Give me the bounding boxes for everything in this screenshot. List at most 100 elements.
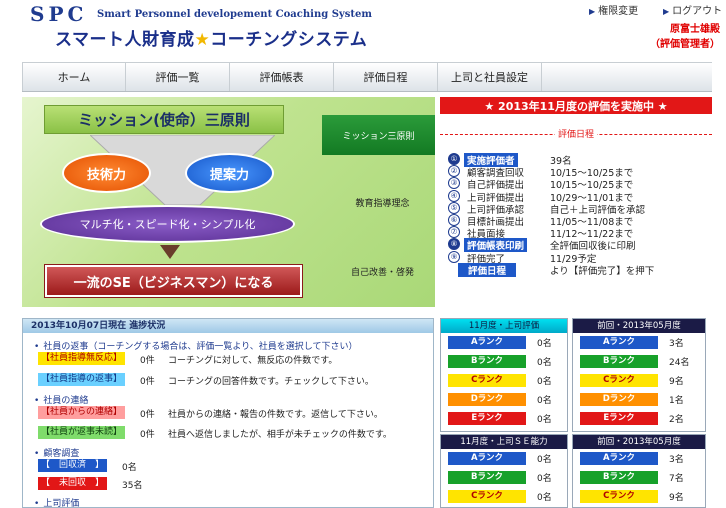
step-number: ① (448, 153, 460, 165)
rank-c-pill[interactable]: Cランク (580, 490, 658, 503)
rank-d-pill[interactable]: Dランク (580, 393, 658, 406)
rank-e-pill[interactable]: Eランク (580, 412, 658, 425)
rank-a-pill[interactable]: Aランク (448, 336, 526, 349)
rank-table-title: 前回・2013年05月度 (573, 435, 705, 449)
bullet-icon: • (34, 396, 40, 406)
rank-row: Aランク 0名 (441, 333, 567, 352)
main-nav: ホーム 評価一覧 評価帳表 評価日程 上司と社員設定 (22, 62, 712, 92)
section-customer-survey[interactable]: • 顧客調査 (34, 446, 79, 459)
rank-count: 9名 (669, 377, 684, 387)
rank-c-pill[interactable]: Cランク (448, 490, 526, 503)
multi-speed-simple-ellipse: マルチ化・スピード化・シンプル化 (40, 205, 295, 243)
schedule-row: ⑦ 社員面接 11/12～11/22まで (448, 226, 713, 240)
rank-c-pill[interactable]: Cランク (580, 374, 658, 387)
evaluation-schedule-list: ① 実施評価者 39名 ② 顧客調査回収 10/15～10/25まで ③ 自己評価提出 10… (448, 153, 713, 277)
reply-count: 0件 (140, 377, 155, 387)
section-employee-contact[interactable]: • 社員の連絡 (34, 393, 88, 406)
rank-count: 7名 (669, 474, 684, 484)
reply-badge[interactable]: 【社員指導の返事】 (38, 373, 126, 386)
nav-home[interactable]: ホーム (22, 63, 126, 91)
collected-count: 0名 (122, 463, 137, 473)
rank-row: Bランク 0名 (441, 352, 567, 371)
no-response-badge[interactable]: 【社員指導無反応】 (38, 352, 126, 365)
bullet-icon: • (34, 342, 40, 352)
step-number: ② (448, 165, 460, 178)
section-supervisor-evaluation[interactable]: • 上司評価 (34, 496, 79, 508)
rank-b-pill[interactable]: Bランク (448, 471, 526, 484)
nav-evaluation-schedule[interactable]: 評価日程 (334, 63, 438, 91)
step-number: ⑧ (448, 238, 460, 251)
no-response-count: 0件 (140, 356, 155, 366)
rank-row: Cランク 0名 (441, 487, 567, 506)
side-tab-mission[interactable]: ミッション三原則 (322, 115, 435, 155)
arrow-down-icon (160, 245, 180, 259)
evaluation-schedule-button[interactable]: 評価日程 (458, 262, 517, 277)
step-number: ③ (448, 177, 460, 190)
step-number: ⑨ (448, 250, 460, 263)
goal-banner: 一流のSE（ビジネスマン）になる (44, 264, 303, 298)
rank-row: Bランク 7名 (573, 468, 705, 487)
no-response-desc: コーチングに対して、無反応の件数です。 (168, 356, 338, 366)
rank-table-previous-se-ability: 前回・2013年05月度 Aランク 3名 Bランク 7名 Cランク 9名 (572, 434, 706, 508)
rank-count: 2名 (669, 415, 684, 425)
rank-row: Cランク 9名 (573, 371, 705, 390)
rank-count: 3名 (669, 455, 684, 465)
rank-row: Eランク 0名 (441, 409, 567, 428)
progress-title: 2013年10月07日現在 進捗状況 (23, 319, 433, 333)
schedule-row: ⑥ 目標計画提出 11/05～11/08まで (448, 213, 713, 228)
rank-count: 24名 (669, 358, 690, 368)
uncollected-badge[interactable]: 【 未回収 】 (38, 477, 108, 490)
change-permission-label: 権限変更 (598, 6, 639, 17)
rank-row: Eランク 2名 (573, 409, 705, 428)
rank-b-pill[interactable]: Bランク (448, 355, 526, 368)
unread-reply-badge[interactable]: 【社員が返事未読】 (38, 426, 126, 439)
contact-desc: 社員からの連絡・報告の件数です。返信して下さい。 (168, 410, 383, 420)
logo-english-tagline: Smart Personnel developement Coaching Sy… (97, 9, 372, 20)
rank-count: 1名 (669, 396, 684, 406)
schedule-row: ① 実施評価者 39名 (448, 153, 713, 167)
user-name: 原富士雄殿 (670, 24, 720, 35)
rank-count: 0名 (537, 396, 552, 406)
nav-evaluation-report[interactable]: 評価帳表 (230, 63, 334, 91)
rank-b-pill[interactable]: Bランク (580, 471, 658, 484)
schedule-row: ② 顧客調査回収 10/15～10/25まで (448, 165, 713, 179)
bullet-icon: • (34, 499, 40, 508)
collected-badge[interactable]: 【 回収済 】 (38, 459, 108, 472)
step-number: ⑦ (448, 226, 460, 239)
logo-japanese-title: スマート人財育成★コーチングシステム (55, 25, 367, 50)
contact-from-employee-badge[interactable]: 【社員からの連絡】 (38, 406, 126, 419)
rank-e-pill[interactable]: Eランク (448, 412, 526, 425)
rank-table-current-se-ability: 11月度・上司ＳＥ能力 Aランク 0名 Bランク 0名 Cランク 0名 (440, 434, 568, 508)
nav-supervisor-setting[interactable]: 上司と社員設定 (438, 63, 542, 91)
rank-a-pill[interactable]: Aランク (580, 452, 658, 465)
side-tab-self-improvement[interactable]: 自己改善・啓発 (330, 265, 435, 278)
section-employee-reply[interactable]: • 社員の返事（コーチングする場合は、評価一覧より、社員を選択して下さい） (34, 339, 358, 352)
rank-c-pill[interactable]: Cランク (448, 374, 526, 387)
step-number: ⑤ (448, 201, 460, 214)
side-tab-education[interactable]: 教育指導理念 (330, 196, 435, 209)
user-role: （評価管理者） (650, 39, 720, 50)
schedule-row: ⑨ 評価完了 11/29予定 (448, 250, 713, 265)
rank-count: 0名 (537, 358, 552, 368)
logout-link[interactable]: ▶ ログアウト (663, 2, 722, 17)
rank-count: 0名 (537, 339, 552, 349)
change-permission-link[interactable]: ▶ 権限変更 (589, 2, 638, 17)
schedule-row: ④ 上司評価提出 10/29～11/01まで (448, 189, 713, 204)
rank-a-pill[interactable]: Aランク (580, 336, 658, 349)
rank-row: Bランク 0名 (441, 468, 567, 487)
bullet-icon: • (34, 449, 40, 459)
rank-row: Aランク 0名 (441, 449, 567, 468)
rank-d-pill[interactable]: Dランク (448, 393, 526, 406)
nav-evaluation-list[interactable]: 評価一覧 (126, 63, 230, 91)
evaluation-banner: ★ 2013年11月度の評価を実施中 ★ (440, 97, 712, 114)
rank-table-current-supervisor: 11月度・上司評価 Aランク 0名 Bランク 0名 Cランク 0名 Dランク 0名 Eラ… (440, 318, 568, 432)
rank-count: 0名 (537, 377, 552, 387)
logo-spc: SPC (30, 2, 88, 26)
rank-b-pill[interactable]: Bランク (580, 355, 658, 368)
contact-count: 0件 (140, 410, 155, 420)
rank-a-pill[interactable]: Aランク (448, 452, 526, 465)
section-label: 上司評価 (43, 499, 80, 508)
schedule-row: 評価日程 より【評価完了】を押下 (448, 262, 713, 277)
rank-row: Aランク 3名 (573, 333, 705, 352)
rank-count: 3名 (669, 339, 684, 349)
